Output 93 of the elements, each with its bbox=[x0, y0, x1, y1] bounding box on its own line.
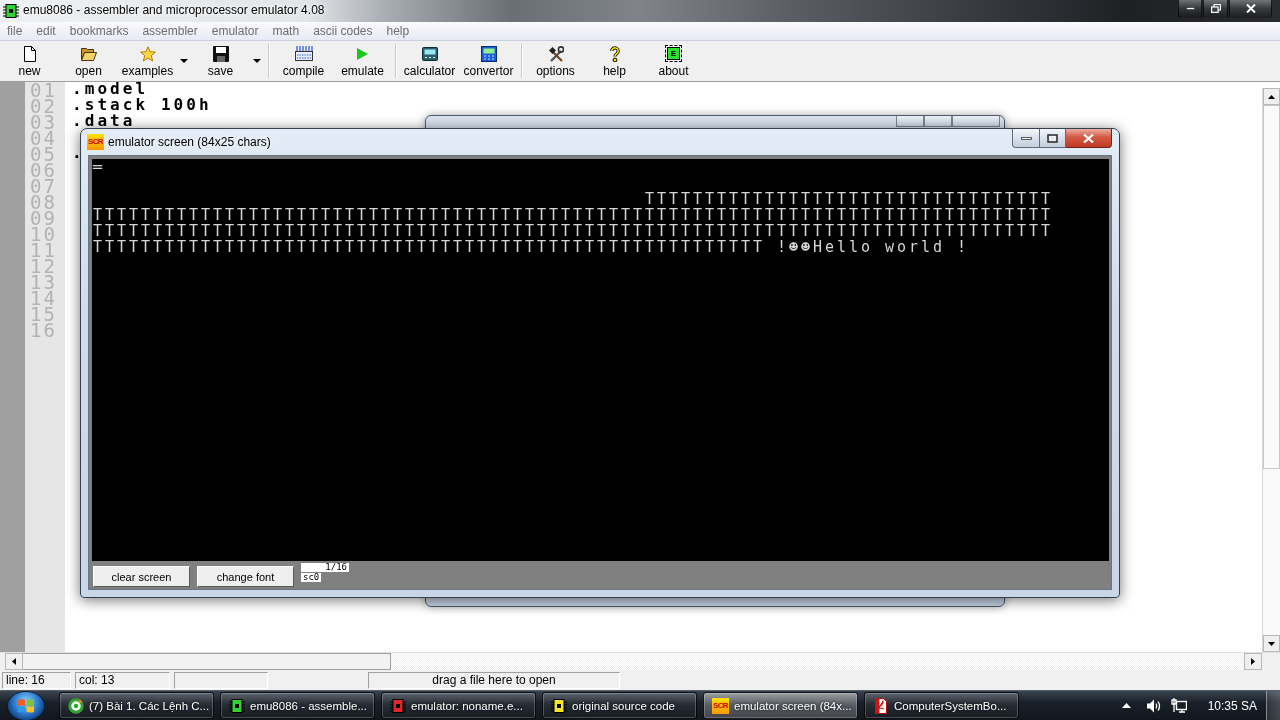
window-button[interactable] bbox=[924, 116, 952, 127]
chip-icon bbox=[229, 697, 245, 714]
show-desktop-button[interactable] bbox=[1266, 691, 1280, 720]
menu-item[interactable]: file bbox=[0, 23, 30, 39]
chip-icon: E bbox=[667, 47, 680, 60]
horizontal-scrollbar[interactable] bbox=[5, 653, 1262, 670]
status-hint: drag a file here to open bbox=[368, 671, 620, 689]
question-mark-icon bbox=[609, 45, 620, 62]
star-icon bbox=[139, 45, 156, 62]
caret-icon bbox=[253, 59, 261, 63]
open-folder-icon bbox=[80, 46, 97, 61]
maximize-button[interactable] bbox=[1040, 129, 1066, 148]
screen-output: ═ TTTTTTTTTTTTTTTTTTTTTTTTTTTTTTTTTT TTTTTTTTTTTTTTTTTTTTTTTTTTTTTTTTTTTTTTTTTTTTTTTTTTTTTTTTTTTTTTTTTTTTTTTTTTTTTTTT TTTTTTTTTTTTTTTTTTTTTTTTTTTTTTTTTTTTTTTTTTTTTTTTTTTTTTTTTTTTTTTTTTTTTTTTTTTTTTTT TTTTTTTTTTTTTTTTTTTTTTTTTTTTTTTTTTTTTTTTTTTTTTTTTTTTTTTT !☻☻Hello world ! bbox=[92, 159, 1054, 255]
taskbar-button[interactable]: ComputerSystemBo... bbox=[864, 692, 1019, 719]
font-indicator: sc0 bbox=[301, 573, 322, 582]
screen-action-button[interactable]: clear screen bbox=[93, 566, 190, 587]
toolbar-button[interactable]: options bbox=[526, 42, 585, 80]
scroll-right-button[interactable] bbox=[1244, 653, 1262, 670]
taskbar-button[interactable]: original source code bbox=[542, 692, 697, 719]
close-icon bbox=[1245, 4, 1256, 13]
chip-icon bbox=[3, 3, 19, 19]
toolbar-button[interactable]: E about bbox=[644, 42, 703, 80]
arrow-up-icon bbox=[1268, 94, 1275, 99]
app-logo: SCR bbox=[712, 697, 729, 714]
maximize-icon bbox=[1047, 133, 1058, 143]
taskbar-button[interactable]: SCR emulator screen (84x... bbox=[703, 692, 858, 719]
minimize-button[interactable] bbox=[1012, 129, 1040, 148]
clock[interactable]: 10:35 SA bbox=[1207, 698, 1257, 713]
page-indicator: 1/16 bbox=[301, 563, 349, 572]
scroll-thumb[interactable] bbox=[23, 653, 391, 670]
menu-item[interactable]: help bbox=[379, 23, 417, 39]
toolbar-button[interactable]: examples bbox=[118, 42, 177, 80]
code-line: .model bbox=[72, 82, 149, 96]
toolbar-button[interactable]: convertor bbox=[459, 42, 518, 80]
speaker-icon[interactable] bbox=[1146, 698, 1162, 713]
minimize-button[interactable] bbox=[1178, 0, 1202, 18]
calculator-icon bbox=[421, 46, 438, 61]
display-tile-icon bbox=[480, 45, 497, 62]
caret-icon bbox=[180, 59, 188, 63]
close-icon bbox=[1083, 133, 1094, 143]
menu-item[interactable]: assembler bbox=[135, 23, 205, 39]
vertical-scrollbar[interactable] bbox=[1262, 88, 1280, 652]
show-hidden-icons-button[interactable] bbox=[1121, 703, 1131, 708]
taskbar-button[interactable]: (7) Bài 1. Các Lệnh C... bbox=[59, 692, 214, 719]
toolbar-button[interactable]: save bbox=[191, 42, 250, 80]
network-icon[interactable] bbox=[1170, 698, 1187, 713]
code-line: . bbox=[72, 146, 85, 160]
menu-item[interactable]: emulator bbox=[204, 23, 266, 39]
code-line: .stack 100h bbox=[72, 98, 212, 112]
scroll-up-button[interactable] bbox=[1263, 88, 1280, 105]
start-button[interactable] bbox=[8, 691, 44, 720]
restore-button[interactable] bbox=[1203, 0, 1228, 18]
window-button[interactable] bbox=[952, 116, 1000, 127]
menu-item[interactable]: math bbox=[265, 23, 307, 39]
close-button[interactable] bbox=[1229, 0, 1272, 18]
play-icon bbox=[357, 47, 368, 60]
toolbar-button[interactable]: calculator bbox=[400, 42, 459, 80]
scroll-down-button[interactable] bbox=[1263, 635, 1280, 652]
arrow-right-icon bbox=[1251, 658, 1255, 665]
toolbar-button[interactable]: compile bbox=[274, 42, 333, 80]
window-title: emulator screen (84x25 chars) bbox=[108, 134, 271, 150]
keyboard-icon bbox=[294, 46, 313, 61]
close-button[interactable] bbox=[1066, 129, 1112, 148]
flag-icon bbox=[18, 698, 34, 713]
toolbar-button[interactable]: open bbox=[59, 42, 118, 80]
taskbar-button[interactable]: emu8086 - assemble... bbox=[220, 692, 375, 719]
ring-icon bbox=[68, 697, 84, 714]
toolbar-button[interactable]: emulate bbox=[333, 42, 392, 80]
arrow-down-icon bbox=[1268, 641, 1275, 646]
code-line: .data bbox=[72, 114, 136, 128]
page-icon bbox=[23, 45, 36, 62]
app-logo: SCR bbox=[87, 134, 104, 150]
chip-icon bbox=[390, 697, 406, 714]
minimize-icon bbox=[1020, 136, 1032, 140]
window-button[interactable] bbox=[896, 116, 924, 127]
taskbar-button[interactable]: emulator: noname.e... bbox=[381, 692, 536, 719]
chip-icon bbox=[551, 697, 567, 714]
menu-item[interactable]: bookmarks bbox=[62, 23, 136, 39]
restore-icon bbox=[1210, 4, 1221, 13]
toolbar-button[interactable]: help bbox=[585, 42, 644, 80]
screen-action-button[interactable]: change font bbox=[197, 566, 294, 587]
toolbar-button[interactable]: new bbox=[0, 42, 59, 80]
triangle-up-icon bbox=[1121, 703, 1131, 708]
window-title: emu8086 - assembler and microprocessor emulator 4.08 bbox=[23, 2, 325, 19]
minimize-icon bbox=[1185, 7, 1195, 10]
scroll-left-button[interactable] bbox=[5, 653, 23, 670]
menu-item[interactable]: ascii codes bbox=[306, 23, 380, 39]
scroll-thumb[interactable] bbox=[1263, 105, 1280, 469]
status-column: col: 13 bbox=[75, 671, 170, 689]
arrow-left-icon bbox=[12, 658, 16, 665]
tools-icon bbox=[547, 45, 564, 62]
document-icon bbox=[873, 697, 889, 714]
menu-item[interactable]: edit bbox=[29, 23, 63, 39]
